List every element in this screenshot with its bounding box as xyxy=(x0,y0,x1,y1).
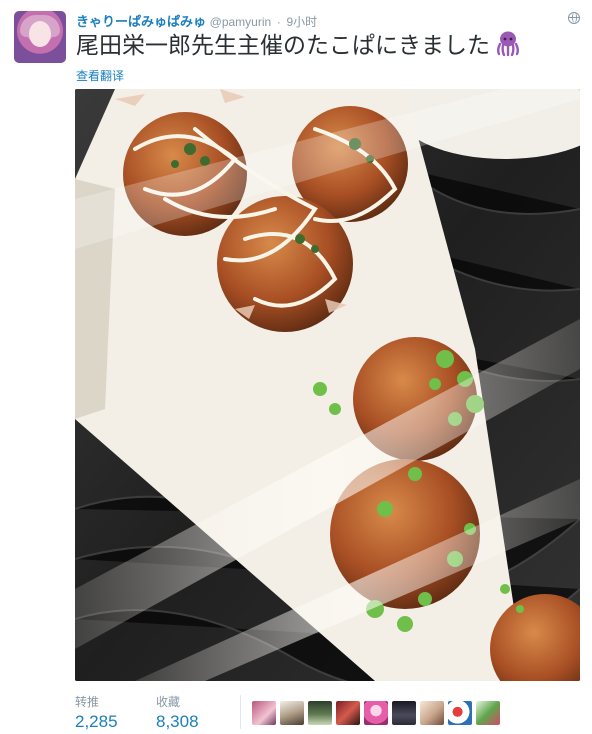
avatar-face xyxy=(29,21,51,47)
liker-avatar[interactable] xyxy=(476,701,500,725)
tweet-photo[interactable] xyxy=(75,89,580,681)
octopus-icon xyxy=(494,30,522,63)
tweet-card: きゃりーぱみゅぱみゅ @pamyurin · 9小时 尾田栄一郎先生主催のたこぱ… xyxy=(0,0,592,734)
liker-avatar[interactable] xyxy=(336,701,360,725)
translate-link[interactable]: 查看翻译 xyxy=(76,67,124,84)
tweet-text: 尾田栄一郎先生主催のたこぱにきました xyxy=(76,30,586,63)
tweet-timestamp[interactable]: 9小时 xyxy=(286,15,317,29)
tweet-text-body: 尾田栄一郎先生主催のたこぱにきました xyxy=(76,32,490,58)
retweets-count[interactable]: 2,285 xyxy=(75,711,118,733)
liker-avatar[interactable] xyxy=(308,701,332,725)
retweets-stat[interactable]: 转推 2,285 xyxy=(75,695,118,733)
retweets-label: 转推 xyxy=(75,695,100,709)
likes-count[interactable]: 8,308 xyxy=(156,711,199,733)
liker-avatars xyxy=(252,701,500,725)
liker-avatar[interactable] xyxy=(280,701,304,725)
tweet-header: きゃりーぱみゅぱみゅ @pamyurin · 9小时 xyxy=(76,11,582,29)
user-avatar[interactable] xyxy=(14,11,66,63)
liker-avatar[interactable] xyxy=(420,701,444,725)
liker-avatar[interactable] xyxy=(392,701,416,725)
globe-icon[interactable] xyxy=(568,12,580,24)
liker-avatar[interactable] xyxy=(364,701,388,725)
takoyaki-photo-illustration xyxy=(75,89,580,681)
stats-divider xyxy=(240,695,241,729)
likes-label: 收藏 xyxy=(156,695,181,709)
likes-stat[interactable]: 收藏 8,308 xyxy=(156,695,199,733)
separator-dot: · xyxy=(276,15,281,29)
liker-avatar[interactable] xyxy=(448,701,472,725)
user-handle[interactable]: @pamyurin xyxy=(210,15,272,29)
display-name[interactable]: きゃりーぱみゅぱみゅ xyxy=(76,14,206,29)
tweet-stats: 转推 2,285 收藏 8,308 xyxy=(0,689,592,734)
liker-avatar[interactable] xyxy=(252,701,276,725)
